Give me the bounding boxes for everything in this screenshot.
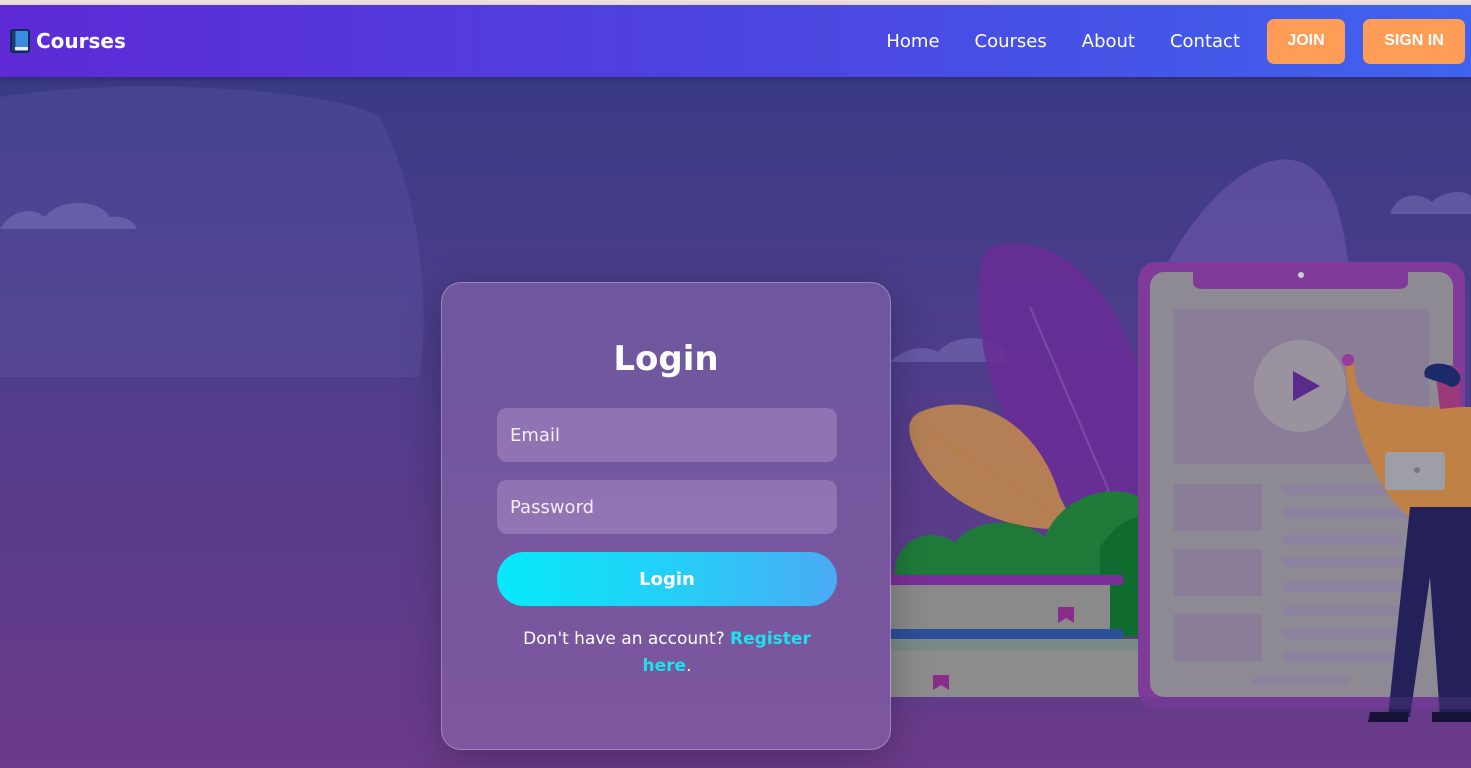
login-card: Login Login Don't have an account? Regis… <box>441 282 891 750</box>
brand-name: Courses <box>36 29 126 53</box>
nav-link-about[interactable]: About <box>1082 31 1135 52</box>
join-button[interactable]: JOIN <box>1267 18 1345 64</box>
nav-link-contact[interactable]: Contact <box>1170 31 1240 52</box>
nav-menu: Home Courses About Contact JOIN SIGN IN <box>886 18 1465 64</box>
book-icon <box>10 29 30 53</box>
login-button[interactable]: Login <box>497 552 837 606</box>
navbar: Courses Home Courses About Contact JOIN … <box>0 5 1471 77</box>
register-prompt: Don't have an account? Register here. <box>507 626 827 680</box>
register-prompt-text: Don't have an account? <box>523 629 725 649</box>
email-input[interactable] <box>497 408 837 462</box>
nav-link-courses[interactable]: Courses <box>975 31 1047 52</box>
password-input[interactable] <box>497 480 837 534</box>
nav-link-home[interactable]: Home <box>886 31 939 52</box>
login-title: Login <box>613 339 719 379</box>
sign-in-button[interactable]: SIGN IN <box>1363 18 1465 64</box>
register-suffix: . <box>686 656 692 676</box>
brand-logo[interactable]: Courses <box>10 29 126 53</box>
